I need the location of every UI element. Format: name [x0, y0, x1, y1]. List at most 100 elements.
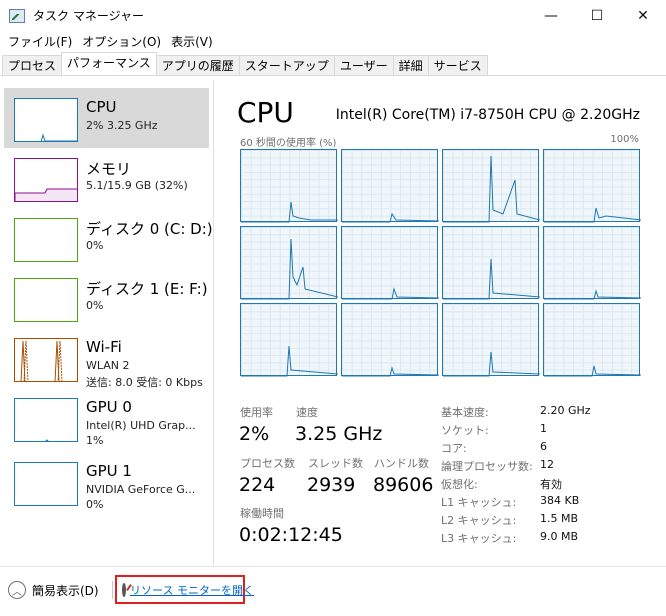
chevron-up-icon: ︿ [8, 581, 26, 599]
resource-name: ディスク 0 (C: D:) [86, 220, 213, 238]
core-graph [341, 226, 439, 300]
resource-detail: 2% 3.25 GHz [86, 119, 158, 132]
info-label: ソケット: [441, 424, 489, 437]
info-value: 384 KB [540, 494, 580, 507]
menu-file[interactable]: ファイル(F) [3, 33, 77, 50]
page-title: CPU [237, 96, 294, 129]
resource-monitor-icon [122, 582, 126, 597]
window-title: タスク マネージャー [33, 9, 144, 23]
memory-thumbnail [14, 158, 78, 202]
tab-performance[interactable]: パフォーマンス [61, 52, 157, 75]
usage-value: 2% [239, 423, 270, 445]
core-graph [341, 303, 439, 377]
resource-monitor-label[interactable]: リソース モニターを開く [130, 582, 254, 598]
resource-name: GPU 1 [86, 462, 132, 480]
info-value: 12 [540, 458, 554, 471]
info-value: 9.0 MB [540, 530, 579, 543]
menu-view[interactable]: 表示(V) [166, 33, 218, 50]
gpu-1-thumbnail [14, 462, 78, 506]
core-graph [240, 149, 338, 223]
open-resource-monitor-link[interactable]: リソース モニターを開く [115, 575, 254, 604]
resource-item-disk-0[interactable]: ディスク 0 (C: D:) 0% [4, 208, 213, 268]
tab-services[interactable]: サービス [427, 55, 488, 75]
resource-item-memory[interactable]: メモリ 5.1/15.9 GB (32%) [4, 148, 209, 208]
resource-list: CPU 2% 3.25 GHz メモリ 5.1/15.9 GB (32%) ディ… [4, 86, 213, 562]
info-label: 基本速度: [441, 406, 489, 419]
footer-separator [112, 581, 113, 599]
fewer-details-button[interactable]: ︿ 簡易表示(D) [8, 581, 99, 599]
chart-max-label: 100% [610, 134, 639, 145]
resource-name: Wi-Fi [86, 338, 122, 356]
info-label: コア: [441, 442, 467, 455]
core-graph [543, 149, 641, 223]
gpu-0-thumbnail [14, 398, 78, 442]
wifi-thumbnail [14, 338, 78, 382]
info-label: L2 キャッシュ: [441, 514, 517, 527]
maximize-button[interactable]: ☐ [574, 0, 620, 31]
tab-users[interactable]: ユーザー [333, 55, 394, 75]
handles-value: 89606 [373, 474, 434, 496]
info-label: 論理プロセッサ数: [441, 460, 533, 473]
resource-detail: 0% [86, 299, 104, 312]
core-graph [543, 226, 641, 300]
resource-detail: NVIDIA GeForce G... [86, 483, 196, 496]
cpu-core-graphs [240, 149, 641, 377]
resource-name: メモリ [86, 160, 132, 178]
tab-processes[interactable]: プロセス [2, 55, 63, 75]
core-graph [240, 303, 338, 377]
chart-label: 60 秒間の使用率 (%) [240, 138, 337, 149]
menu-bar: ファイル(F) オプション(O) 表示(V) [0, 31, 666, 52]
menu-options[interactable]: オプション(O) [77, 33, 166, 50]
resource-item-gpu-1[interactable]: GPU 1 NVIDIA GeForce G... 0% [4, 452, 209, 512]
info-label: L1 キャッシュ: [441, 496, 517, 509]
core-graph [442, 303, 540, 377]
footer-bar: ︿ 簡易表示(D) リソース モニターを開く [0, 566, 666, 616]
tab-bar: プロセス パフォーマンス アプリの履歴 スタートアップ ユーザー 詳細 サービス [0, 52, 666, 76]
info-label: 仮想化: [441, 478, 478, 491]
core-graph [442, 226, 540, 300]
resource-usage: 1% [86, 434, 104, 447]
tab-app-history[interactable]: アプリの履歴 [155, 55, 240, 75]
processes-value: 224 [239, 474, 276, 496]
uptime-value: 0:02:12:45 [239, 524, 343, 546]
close-button[interactable]: ✕ [620, 0, 666, 31]
info-value: 有効 [540, 478, 562, 491]
resource-detail: 0% [86, 239, 104, 252]
core-graph [543, 303, 641, 377]
processes-label: プロセス数 [240, 457, 295, 470]
disk-0-thumbnail [14, 218, 78, 262]
info-value: 6 [540, 440, 547, 453]
tab-startup[interactable]: スタートアップ [238, 55, 335, 75]
resource-usage: 0% [86, 498, 104, 511]
info-value: 2.20 GHz [540, 404, 591, 417]
core-graph [442, 149, 540, 223]
resource-item-disk-1[interactable]: ディスク 1 (E: F:) 0% [4, 268, 209, 328]
info-label: L3 キャッシュ: [441, 532, 517, 545]
fewer-details-label: 簡易表示(D) [32, 583, 99, 598]
core-graph [240, 226, 338, 300]
resource-detail: 5.1/15.9 GB (32%) [86, 179, 188, 192]
usage-label: 使用率 [240, 406, 273, 419]
disk-1-thumbnail [14, 278, 78, 322]
resource-name: CPU [86, 98, 117, 116]
resource-name: ディスク 1 (E: F:) [86, 280, 208, 298]
resource-detail: WLAN 2 [86, 359, 130, 372]
tab-details[interactable]: 詳細 [392, 55, 429, 75]
resource-item-cpu[interactable]: CPU 2% 3.25 GHz [4, 88, 209, 148]
resource-name: GPU 0 [86, 398, 132, 416]
info-value: 1.5 MB [540, 512, 579, 525]
uptime-label: 稼働時間 [240, 507, 284, 520]
resource-detail: Intel(R) UHD Grap... [86, 419, 196, 432]
resource-item-wifi[interactable]: Wi-Fi WLAN 2 送信: 8.0 受信: 0 Kbps [4, 328, 209, 389]
panel-divider [213, 80, 214, 566]
speed-value: 3.25 GHz [295, 423, 383, 445]
handles-label: ハンドル数 [374, 457, 429, 470]
minimize-button[interactable]: — [528, 0, 574, 31]
resource-item-gpu-0[interactable]: GPU 0 Intel(R) UHD Grap... 1% [4, 388, 209, 448]
core-graph [341, 149, 439, 223]
speed-label: 速度 [296, 406, 318, 419]
info-value: 1 [540, 422, 547, 435]
threads-value: 2939 [307, 474, 356, 496]
threads-label: スレッド数 [308, 457, 363, 470]
cpu-model: Intel(R) Core(TM) i7-8750H CPU @ 2.20GHz [335, 107, 640, 123]
